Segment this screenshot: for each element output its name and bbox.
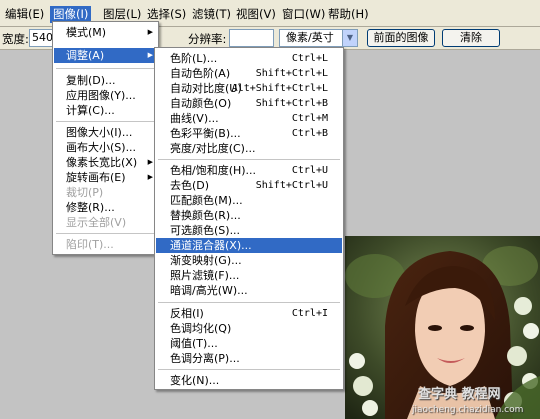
menu-item-auto-levels[interactable]: 自动色阶(A) Shift+Ctrl+L [156, 66, 342, 81]
menu-item-equalize[interactable]: 色调均化(Q) [156, 321, 342, 336]
menu-separator [56, 233, 155, 234]
menu-item-levels[interactable]: 色阶(L)... Ctrl+L [156, 51, 342, 66]
menu-item-auto-contrast[interactable]: 自动对比度(U) Alt+Shift+Ctrl+L [156, 81, 342, 96]
clear-button[interactable]: 清除 [442, 29, 500, 47]
resolution-field[interactable] [229, 29, 274, 47]
menu-item-invert[interactable]: 反相(I) Ctrl+I [156, 306, 342, 321]
menu-item-auto-color[interactable]: 自动颜色(O) Shift+Ctrl+B [156, 96, 342, 111]
width-field[interactable]: 540 [29, 29, 53, 47]
menu-help[interactable]: 帮助(H) [325, 6, 372, 23]
menu-item-trap[interactable]: 陷印(T)... [54, 237, 157, 252]
menu-item-desaturate[interactable]: 去色(D) Shift+Ctrl+U [156, 178, 342, 193]
unit-select[interactable]: 像素/英寸 ▼ [279, 29, 358, 47]
menu-separator [158, 302, 340, 303]
chevron-down-icon: ▼ [342, 30, 357, 46]
menu-item-selective-color[interactable]: 可选颜色(S)... [156, 223, 342, 238]
submenu-arrow-icon: ▶ [147, 173, 153, 181]
menu-window[interactable]: 窗口(W) [279, 6, 328, 23]
menu-item-threshold[interactable]: 阈值(T)... [156, 336, 342, 351]
menu-item-hue-saturation[interactable]: 色相/饱和度(H)... Ctrl+U [156, 163, 342, 178]
menu-item-variations[interactable]: 变化(N)... [156, 373, 342, 388]
menu-item-duplicate[interactable]: 复制(D)... [54, 73, 157, 88]
menu-item-brightness-contrast[interactable]: 亮度/对比度(C)... [156, 141, 342, 156]
menu-item-gradient-map[interactable]: 渐变映射(G)... [156, 253, 342, 268]
menu-separator [56, 121, 155, 122]
menu-item-curves[interactable]: 曲线(V)... Ctrl+M [156, 111, 342, 126]
menu-item-photo-filter[interactable]: 照片滤镜(F)... [156, 268, 342, 283]
menu-item-pixel-aspect[interactable]: 像素长宽比(X) ▶ [54, 155, 157, 170]
menu-item-posterize[interactable]: 色调分离(P)... [156, 351, 342, 366]
menu-separator [158, 159, 340, 160]
menu-item-replace-color[interactable]: 替换颜色(R)... [156, 208, 342, 223]
menu-separator [158, 369, 340, 370]
menu-item-crop[interactable]: 裁切(P) [54, 185, 157, 200]
menu-item-trim[interactable]: 修整(R)... [54, 200, 157, 215]
submenu-arrow-icon: ▶ [147, 51, 153, 59]
menu-item-match-color[interactable]: 匹配颜色(M)... [156, 193, 342, 208]
submenu-arrow-icon: ▶ [147, 158, 153, 166]
front-image-button[interactable]: 前面的图像 [367, 29, 435, 47]
menu-item-image-size[interactable]: 图像大小(I)... [54, 125, 157, 140]
menu-item-rotate-canvas[interactable]: 旋转画布(E) ▶ [54, 170, 157, 185]
unit-select-value: 像素/英寸 [286, 31, 334, 44]
menu-item-canvas-size[interactable]: 画布大小(S)... [54, 140, 157, 155]
menu-edit[interactable]: 编辑(E) [2, 6, 47, 23]
adjust-submenu: 色阶(L)... Ctrl+L 自动色阶(A) Shift+Ctrl+L 自动对比度… [154, 47, 344, 390]
menu-item-apply-image[interactable]: 应用图像(Y)... [54, 88, 157, 103]
menu-item-reveal-all[interactable]: 显示全部(V) [54, 215, 157, 230]
width-label: 宽度: [2, 32, 29, 46]
menu-item-color-balance[interactable]: 色彩平衡(B)... Ctrl+B [156, 126, 342, 141]
submenu-arrow-icon: ▶ [147, 28, 153, 36]
menu-view[interactable]: 视图(V) [233, 6, 279, 23]
watermark-logo: 查字典 教程网 [418, 387, 501, 402]
menu-separator [56, 68, 155, 69]
menu-item-calculations[interactable]: 计算(C)... [54, 103, 157, 118]
resolution-label: 分辨率: [188, 32, 227, 46]
image-menu: 模式(M) ▶ 调整(A) ▶ 复制(D)... 应用图像(Y)... 计算(C).… [52, 21, 159, 255]
menu-item-channel-mixer[interactable]: 通道混合器(X)... [156, 238, 342, 253]
menu-filter[interactable]: 滤镜(T) [189, 6, 234, 23]
menu-item-adjust[interactable]: 调整(A) ▶ [54, 48, 157, 63]
menu-item-shadow-highlight[interactable]: 暗调/高光(W)... [156, 283, 342, 298]
menu-item-mode[interactable]: 模式(M) ▶ [54, 25, 157, 40]
watermark-url: jiaocheng.chazidian.com [412, 405, 524, 415]
